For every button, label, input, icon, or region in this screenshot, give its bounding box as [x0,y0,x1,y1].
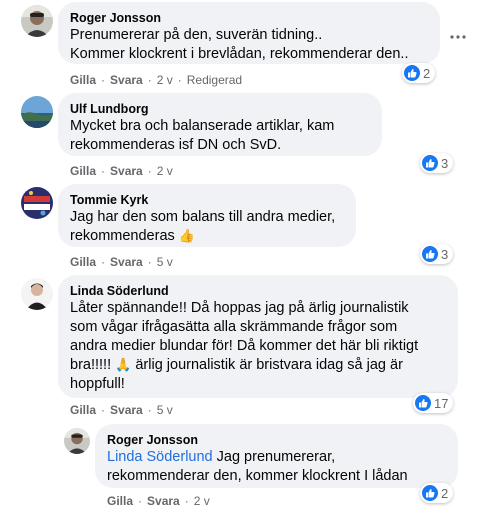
thumbs-up-icon [422,246,438,262]
avatar[interactable] [21,96,53,128]
comment-bubble: Tommie Kyrk Jag har den som balans till … [58,184,356,247]
like-link[interactable]: Gilla [70,255,96,269]
thumbs-up-icon [404,65,420,81]
comment-text: Låter spännande!! Då hoppas jag på ärlig… [70,300,419,392]
timestamp[interactable]: 2 v [194,494,210,508]
comment-actions: Gilla · Svara · 2 v [107,494,210,508]
timestamp[interactable]: 5 v [157,255,173,269]
reaction-count[interactable]: 2 [420,483,454,503]
comment-bubble: Roger Jonsson Prenumererar på den, suver… [58,2,440,64]
like-link[interactable]: Gilla [70,164,96,178]
comment-actions: Gilla · Svara · 5 v [70,403,173,417]
like-link[interactable]: Gilla [70,73,96,87]
reaction-number: 17 [434,395,449,411]
reaction-count[interactable]: 2 [402,63,436,83]
comment-author[interactable]: Tommie Kyrk [70,192,344,208]
reply-link[interactable]: Svara [110,164,143,178]
thumbs-up-icon [415,395,431,411]
comment-bubble: Roger Jonsson Linda Söderlund Jag prenum… [95,424,458,488]
avatar[interactable] [21,278,53,310]
reaction-number: 2 [441,485,449,501]
thumbs-up-emoji: 👍 [178,229,195,244]
reaction-count[interactable]: 3 [420,153,454,173]
reply-link[interactable]: Svara [110,73,143,87]
thumbs-up-icon [422,155,438,171]
comment-author[interactable]: Ulf Lundborg [70,101,370,117]
comment-author[interactable]: Roger Jonsson [107,432,446,448]
like-link[interactable]: Gilla [70,403,96,417]
reply-link[interactable]: Svara [147,494,180,508]
comment-text: Prenumererar på den, suverän tidning.. K… [70,27,409,62]
comment-author[interactable]: Linda Söderlund [70,283,446,299]
reaction-number: 3 [441,246,449,262]
reaction-count[interactable]: 17 [413,393,454,413]
comment-bubble: Linda Söderlund Låter spännande!! Då hop… [58,275,458,398]
comment-text: Jag har den som balans till andra medier… [70,209,336,244]
like-link[interactable]: Gilla [107,494,133,508]
comment-bubble: Ulf Lundborg Mycket bra och balanserade … [58,93,382,156]
comment-author[interactable]: Roger Jonsson [70,10,428,26]
reply-link[interactable]: Svara [110,403,143,417]
reaction-number: 3 [441,155,449,171]
comment-actions: Gilla · Svara · 2 v [70,164,173,178]
mention-link[interactable]: Linda Söderlund [107,449,213,465]
reaction-number: 2 [423,65,431,81]
thumbs-up-icon [422,485,438,501]
reaction-count[interactable]: 3 [420,244,454,264]
more-horizontal-icon[interactable] [446,25,470,49]
avatar[interactable] [64,428,90,454]
timestamp[interactable]: 5 v [157,403,173,417]
avatar[interactable] [21,187,53,219]
comment-text: Linda Söderlund Jag prenumererar, rekomm… [107,449,408,484]
comment-actions: Gilla · Svara · 5 v [70,255,173,269]
edited-label: Redigerad [186,73,243,87]
timestamp[interactable]: 2 v [157,164,173,178]
comment-actions: Gilla · Svara · 2 v · Redigerad [70,73,243,87]
timestamp[interactable]: 2 v [157,73,173,87]
comment-text: Mycket bra och balanserade artiklar, kam… [70,118,335,153]
folded-hands-emoji: 🙏 [115,358,132,373]
reply-link[interactable]: Svara [110,255,143,269]
avatar[interactable] [21,5,53,37]
